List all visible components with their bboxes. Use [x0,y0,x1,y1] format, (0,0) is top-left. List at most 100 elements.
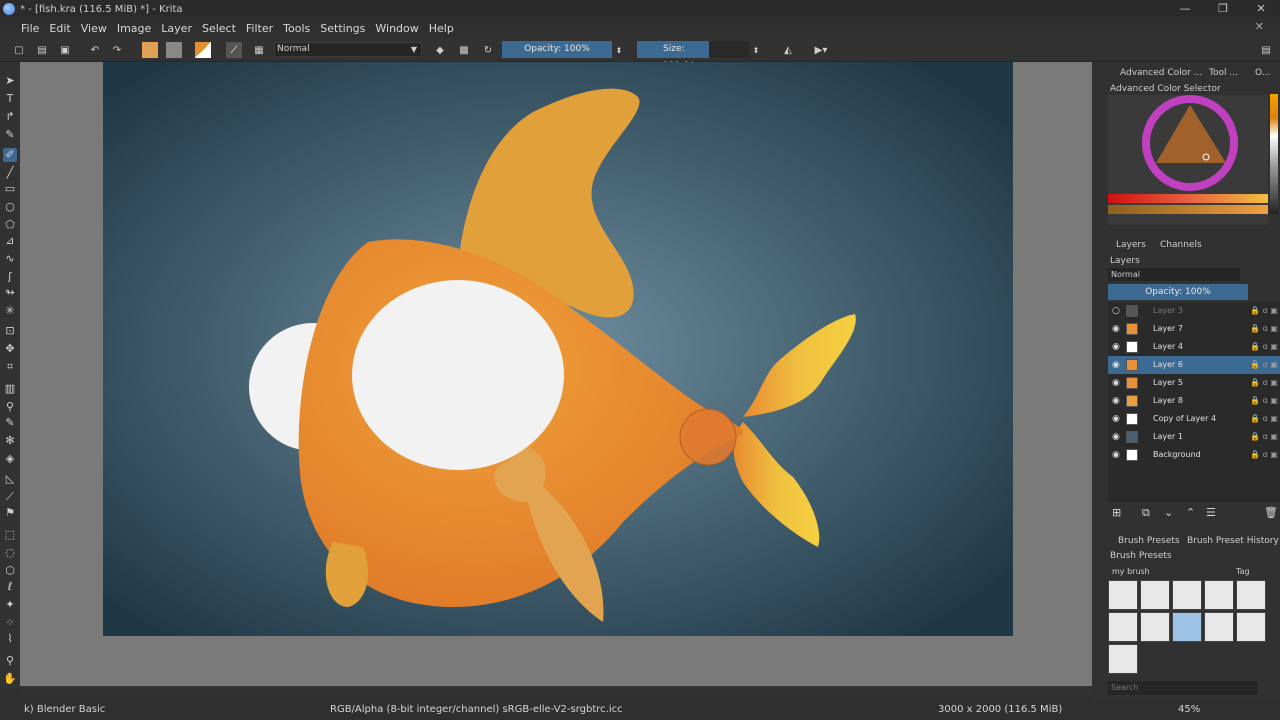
add-layer-icon[interactable]: ⊞ [1112,506,1121,519]
visibility-eye-icon[interactable]: ◉ [1112,320,1120,338]
calligraphy-tool-icon[interactable]: ✎ [3,128,17,142]
tab-channels[interactable]: Channels [1160,240,1202,250]
rectangle-tool-icon[interactable]: ▭ [3,182,17,196]
layer-flags-icon[interactable]: 🔒 α ▣ [1250,356,1278,374]
assistant-tool-icon[interactable]: ⟋ [3,490,17,504]
tab-brush-presets[interactable]: Brush Presets [1118,536,1180,546]
mirror-horizontal-icon[interactable]: ◭ [780,42,796,58]
horizontal-scrollbar[interactable] [20,686,1092,696]
transform-tool-icon[interactable]: ⌗ [3,360,17,374]
smart-patch-tool-icon[interactable]: ✎ [3,416,17,430]
visibility-eye-icon[interactable]: ◉ [1112,338,1120,356]
polygon-select-tool-icon[interactable]: ⬡ [3,564,17,578]
rect-select-tool-icon[interactable]: ⬚ [3,528,17,542]
layer-row[interactable]: ◉ Layer 7 🔒 α ▣ [1108,320,1280,338]
contiguous-select-tool-icon[interactable]: ✦ [3,598,17,612]
save-document-icon[interactable]: ▣ [58,42,72,58]
brush-preset[interactable] [1172,580,1202,610]
canvas-area[interactable] [20,62,1092,688]
text-tool-icon[interactable]: T [3,92,17,106]
opacity-slider[interactable]: Opacity: 100% [502,41,612,58]
layer-properties-icon[interactable]: ☰ [1206,506,1216,519]
multibrush-tool-icon[interactable]: ✳ [3,304,17,318]
tab-tool-options[interactable]: Tool ... [1209,68,1238,78]
similar-select-tool-icon[interactable]: ⁘ [3,616,17,630]
layer-flags-icon[interactable]: 🔒 α ▣ [1250,302,1278,320]
triangle-selector[interactable] [1156,105,1226,163]
close-button[interactable]: ✕ [1242,0,1280,18]
undo-icon[interactable]: ↶ [88,42,102,58]
line-tool-icon[interactable]: ╱ [3,166,17,180]
reload-preset-icon[interactable]: ↻ [480,42,496,58]
brush-preset[interactable] [1236,580,1266,610]
gradient-edit-icon[interactable]: ⟋ [226,42,242,58]
layer-blend-mode-select[interactable]: Normal [1108,268,1240,281]
brush-tag-button[interactable]: Tag [1236,567,1250,576]
bezier-select-tool-icon[interactable]: ⌇ [3,632,17,646]
layer-row[interactable]: ◉ Layer 1 🔒 α ▣ [1108,428,1280,446]
layer-flags-icon[interactable]: 🔒 α ▣ [1250,338,1278,356]
polyline-tool-icon[interactable]: ⊿ [3,234,17,248]
menu-edit[interactable]: Edit [44,22,75,35]
dynamic-brush-tool-icon[interactable]: ↬ [3,286,17,300]
layer-flags-icon[interactable]: 🔒 α ▣ [1250,392,1278,410]
color-slider-2[interactable] [1108,205,1268,214]
menu-tools[interactable]: Tools [278,22,315,35]
tab-brush-preset-history[interactable]: Brush Preset History [1187,536,1279,546]
menu-window[interactable]: Window [370,22,423,35]
minimize-button[interactable]: — [1166,0,1204,18]
brush-preset[interactable] [1204,612,1234,642]
brush-filter-select[interactable]: my brush [1112,567,1150,576]
colorize-mask-tool-icon[interactable]: ✻ [3,434,17,448]
visibility-eye-icon[interactable]: ◉ [1112,374,1120,392]
toolbar-menu-icon[interactable]: ▤ [1258,42,1274,58]
brush-preset[interactable] [1140,580,1170,610]
move-tool-icon[interactable]: ✥ [3,342,17,356]
layer-flags-icon[interactable]: 🔒 α ▣ [1250,428,1278,446]
visibility-eye-icon[interactable]: ◉ [1112,392,1120,410]
brush-preset[interactable] [1108,612,1138,642]
crop-tool-icon[interactable]: ⊡ [3,324,17,338]
zoom-tool-icon[interactable]: ⚲ [3,654,17,668]
bezier-tool-icon[interactable]: ∿ [3,252,17,266]
color-history-strip[interactable] [1270,94,1278,214]
brush-blend-mode-select[interactable]: Normal ▼ [274,42,422,57]
layer-opacity-slider[interactable]: Opacity: 100% [1108,284,1248,300]
swap-colors-icon[interactable] [195,42,211,58]
layer-row[interactable]: ○ Layer 3 🔒 α ▣ [1108,302,1280,320]
move-layer-down-icon[interactable]: ⌄ [1164,506,1173,519]
size-slider[interactable]: Size: 199.64 px [637,41,709,71]
layer-flags-icon[interactable]: 🔒 α ▣ [1250,446,1278,464]
menu-file[interactable]: File [16,22,44,35]
layer-flags-icon[interactable]: 🔒 α ▣ [1250,410,1278,428]
size-stepper-icon[interactable]: ⬍ [751,42,761,58]
menu-settings[interactable]: Settings [315,22,370,35]
menu-image[interactable]: Image [112,22,156,35]
delete-layer-icon[interactable]: 🗑 [1264,506,1278,519]
freehand-brush-tool-icon[interactable]: ✐ [3,148,17,162]
brush-preset[interactable] [1108,580,1138,610]
reference-tool-icon[interactable]: ⚑ [3,506,17,520]
new-document-icon[interactable]: ▢ [12,42,26,58]
tab-overview[interactable]: O... [1255,68,1270,78]
brush-search-input[interactable]: Search [1108,681,1258,695]
visibility-eye-icon[interactable]: ○ [1112,302,1120,320]
freehand-path-tool-icon[interactable]: ʃ [3,270,17,284]
visibility-eye-icon[interactable]: ◉ [1112,356,1120,374]
polygon-tool-icon[interactable]: ⬠ [3,218,17,232]
tab-layers[interactable]: Layers [1116,240,1146,250]
brush-preset[interactable] [1140,612,1170,642]
menu-help[interactable]: Help [424,22,459,35]
move-layer-up-icon[interactable]: ⌃ [1186,506,1195,519]
fish-painting[interactable] [103,62,1013,636]
tab-advanced-color[interactable]: Advanced Color ... [1120,68,1202,78]
layer-flags-icon[interactable]: 🔒 α ▣ [1250,374,1278,392]
menu-select[interactable]: Select [197,22,241,35]
brush-preset[interactable] [1204,580,1234,610]
background-color-swatch[interactable] [166,42,182,58]
close-document-icon[interactable]: ✕ [1255,20,1264,33]
layer-row[interactable]: ◉ Background 🔒 α ▣ [1108,446,1280,464]
opacity-stepper-icon[interactable]: ⬍ [614,42,624,58]
layer-row[interactable]: ◉ Copy of Layer 4 🔒 α ▣ [1108,410,1280,428]
mirror-vertical-icon[interactable]: ▶▾ [810,42,832,58]
